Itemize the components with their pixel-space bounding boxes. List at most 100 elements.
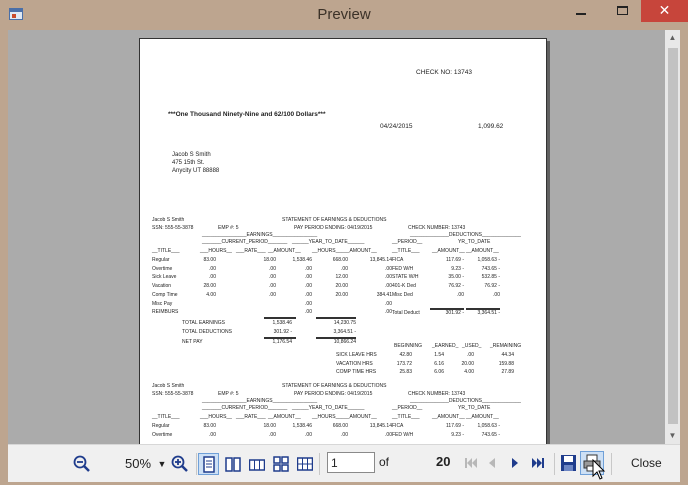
chevron-down-icon[interactable]: ▼	[156, 454, 168, 474]
scroll-down-icon[interactable]: ▼	[665, 428, 680, 444]
earnings-row-value: .00	[341, 265, 348, 272]
totals-current: 301.92 -	[273, 329, 292, 335]
earnings-row-value: .00	[209, 274, 216, 281]
page-total: 20	[436, 454, 451, 469]
maximize-icon	[616, 6, 628, 15]
deduction-row-title: Total Deduct	[392, 309, 420, 316]
deduction-row-value: 743.65 -	[481, 431, 500, 438]
column-title: __HOURS___	[312, 414, 344, 420]
earnings-row-title: Regular	[152, 423, 170, 429]
zoom-in-icon	[171, 455, 188, 472]
earnings-row-value: 1,538.46	[292, 257, 312, 263]
deduction-row-title: FED W/H	[392, 265, 414, 272]
check-number: CHECK NO: 13743	[416, 69, 472, 76]
toolbar-separator	[554, 453, 555, 475]
column-title: __TITLE___	[392, 414, 420, 420]
column-title: ___HOURS__	[200, 414, 232, 420]
leave-row-value: 20.00	[461, 360, 474, 367]
deduction-row-title: Misc Ded	[392, 291, 413, 298]
stub-ssn: SSN: 555-55-3878	[152, 391, 194, 397]
zoom-out-button[interactable]	[71, 454, 93, 474]
scrollbar-thumb[interactable]	[668, 48, 678, 424]
totals-label: TOTAL EARNINGS	[182, 320, 225, 326]
earnings-row-value: 668.00	[332, 423, 348, 429]
leave-column-heading: BEGINNING	[394, 343, 423, 349]
last-page-icon[interactable]	[531, 455, 547, 471]
earnings-row-value: 20.00	[335, 283, 348, 290]
earnings-row-value: 18.00	[263, 423, 276, 429]
leave-column-heading: _EARNED_	[432, 343, 459, 349]
three-pages-button[interactable]	[246, 453, 267, 475]
maximize-button[interactable]	[604, 0, 640, 22]
column-title: __AMOUNT__	[466, 248, 499, 254]
deduction-row-title: FICA	[392, 423, 404, 429]
column-title: __AMOUNT__	[344, 248, 377, 254]
leave-column-heading: _REMAINING	[490, 343, 522, 349]
leave-row-value: 6.06	[434, 369, 444, 376]
save-icon[interactable]	[560, 454, 577, 472]
first-page-icon[interactable]	[462, 455, 478, 471]
column-title: __AMOUNT__	[268, 414, 301, 420]
payee-address-line: Anycity UT 88888	[172, 168, 220, 174]
deductions-heading: ______________DEDUCTIONS______________	[410, 398, 521, 404]
column-title: ___HOURS__	[200, 248, 232, 254]
column-title: __AMOUNT__	[432, 248, 465, 254]
payee-address-line: Jacob S Smith	[172, 152, 211, 158]
column-title: ___RATE___	[236, 248, 266, 254]
current-period-heading: _______CURRENT_PERIOD_______	[202, 239, 288, 245]
ytd-heading: ______YEAR_TO_DATE______	[292, 239, 365, 245]
zoom-in-button[interactable]	[169, 454, 191, 474]
two-pages-button[interactable]	[222, 453, 243, 475]
earnings-row-title: Regular	[152, 257, 170, 263]
deduction-row-title: FED W/H	[392, 431, 414, 438]
deduction-row-value: 1,058.63 -	[477, 257, 500, 263]
four-pages-button[interactable]	[270, 453, 291, 475]
earnings-row-value: .00	[305, 274, 312, 281]
zoom-out-icon	[73, 455, 90, 472]
deduction-row-title: STATE W/H	[392, 274, 419, 281]
close-window-button[interactable]: ✕	[641, 0, 688, 22]
preview-viewport[interactable]: CHECK NO: 13743 ***One Thousand Ninety-Ni…	[8, 30, 665, 444]
totals-label: TOTAL DEDUCTIONS	[182, 329, 232, 335]
ytd-heading: ______YEAR_TO_DATE______	[292, 405, 365, 411]
earnings-row-value: .00	[269, 283, 276, 290]
earnings-row-value: 1,538.46	[292, 423, 312, 429]
deduction-row-value: 76.92 -	[448, 283, 464, 290]
payee-address-line: 475 15th St.	[172, 160, 205, 166]
earnings-heading: ________________EARNINGS________________	[202, 398, 318, 404]
earnings-row-value: .00	[305, 431, 312, 438]
earnings-heading: ________________EARNINGS________________	[202, 232, 318, 238]
close-icon: ✕	[658, 2, 671, 18]
earnings-row-value: .00	[305, 291, 312, 298]
rule-line	[264, 317, 296, 319]
stub-employee-name: Jacob S Smith	[152, 217, 185, 223]
leave-row-value: 4.00	[464, 369, 474, 376]
close-button[interactable]: Close	[631, 456, 662, 470]
deduction-row-value: 76.92 -	[484, 283, 500, 290]
earnings-row-value: .00	[269, 431, 276, 438]
zoom-select[interactable]: 50%	[118, 454, 158, 474]
earnings-row-title: Vacation	[152, 283, 172, 290]
previous-page-icon[interactable]	[484, 455, 500, 471]
deduction-row-title: 401-K Ded	[392, 283, 416, 290]
next-page-icon[interactable]	[507, 455, 523, 471]
one-page-button[interactable]	[198, 453, 219, 475]
vertical-scrollbar[interactable]: ▲ ▼	[665, 30, 680, 444]
rule-line	[316, 337, 356, 339]
earnings-row-value: 20.00	[335, 291, 348, 298]
minimize-button[interactable]	[568, 0, 594, 22]
leave-row-title: COMP TIME HRS	[336, 369, 377, 376]
page-number-input[interactable]	[327, 452, 375, 473]
amount-in-words: ***One Thousand Ninety-Nine and 62/100 D…	[168, 111, 326, 118]
leave-row-title: VACATION HRS	[336, 360, 373, 367]
leave-row-value: 27.89	[501, 369, 514, 376]
leave-row-value: 25.83	[399, 369, 412, 376]
scroll-up-icon[interactable]: ▲	[665, 30, 680, 46]
totals-current: 1,538.46	[272, 320, 292, 326]
six-pages-button[interactable]	[294, 453, 315, 475]
title-bar[interactable]: Preview ✕	[0, 0, 688, 30]
deduction-row-title: FICA	[392, 257, 404, 263]
window-frame-left	[0, 30, 8, 485]
check-date: 04/24/2015	[380, 123, 413, 130]
earnings-row-title: Overtime	[152, 265, 173, 272]
